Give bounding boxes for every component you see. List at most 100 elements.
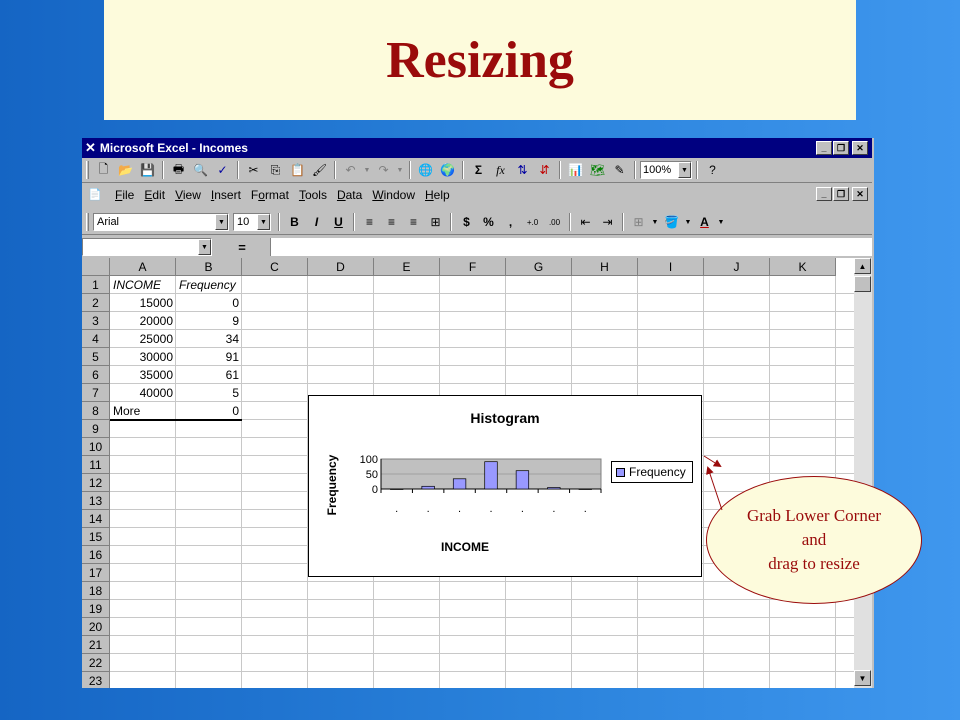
row-header-11[interactable]: 11 bbox=[82, 456, 110, 474]
worksheet-grid[interactable]: A B C D E F G H I J K 1 2 3 4 5 6 7 8 9 10 11 12 13 14 15 16 17 18 19… bbox=[82, 258, 854, 688]
decrease-indent-icon[interactable]: ⇤ bbox=[575, 212, 596, 232]
row-header-20[interactable]: 20 bbox=[82, 618, 110, 636]
undo-icon[interactable]: ↶ bbox=[340, 160, 361, 180]
chevron-down-icon[interactable]: ▼ bbox=[716, 212, 726, 232]
percent-icon[interactable]: % bbox=[478, 212, 499, 232]
toolbar-grip[interactable] bbox=[86, 161, 89, 179]
column-header-f[interactable]: F bbox=[440, 258, 506, 276]
row-header-6[interactable]: 6 bbox=[82, 366, 110, 384]
chevron-down-icon[interactable]: ▼ bbox=[650, 212, 660, 232]
embedded-histogram-chart[interactable]: Histogram Frequency INCOME Frequency 100 50 0.… bbox=[308, 395, 702, 577]
spelling-icon[interactable]: ✓ bbox=[212, 160, 233, 180]
restore-button[interactable]: ❐ bbox=[833, 141, 849, 155]
formula-input[interactable] bbox=[270, 238, 872, 256]
row-header-16[interactable]: 16 bbox=[82, 546, 110, 564]
chevron-down-icon[interactable]: ▼ bbox=[257, 214, 270, 230]
row-header-23[interactable]: 23 bbox=[82, 672, 110, 688]
font-size-select[interactable]: 10 ▼ bbox=[233, 213, 271, 231]
font-name-select[interactable]: Arial ▼ bbox=[93, 213, 229, 231]
merge-center-icon[interactable]: ⊞ bbox=[425, 212, 446, 232]
cell-b7[interactable]: 5 bbox=[176, 384, 242, 402]
menu-edit[interactable]: Edit bbox=[139, 188, 170, 202]
copy-icon[interactable]: ⎘ bbox=[265, 160, 286, 180]
cell-a2[interactable]: 15000 bbox=[110, 294, 176, 312]
italic-icon[interactable]: I bbox=[306, 212, 327, 232]
autosum-icon[interactable]: Σ bbox=[468, 160, 489, 180]
save-icon[interactable]: 💾 bbox=[137, 160, 158, 180]
row-header-21[interactable]: 21 bbox=[82, 636, 110, 654]
row-header-7[interactable]: 7 bbox=[82, 384, 110, 402]
cell-b5[interactable]: 91 bbox=[176, 348, 242, 366]
web-toolbar-icon[interactable]: 🌍 bbox=[437, 160, 458, 180]
row-header-14[interactable]: 14 bbox=[82, 510, 110, 528]
cell-b2[interactable]: 0 bbox=[176, 294, 242, 312]
cell-a5[interactable]: 30000 bbox=[110, 348, 176, 366]
row-header-22[interactable]: 22 bbox=[82, 654, 110, 672]
map-icon[interactable]: 🗺 bbox=[587, 160, 608, 180]
redo-dropdown-icon[interactable]: ▼ bbox=[395, 160, 405, 180]
menu-window[interactable]: Window bbox=[367, 188, 420, 202]
toolbar-grip[interactable] bbox=[86, 213, 89, 231]
row-header-10[interactable]: 10 bbox=[82, 438, 110, 456]
paste-icon[interactable]: 📋 bbox=[287, 160, 308, 180]
minimize-button[interactable]: _ bbox=[816, 141, 832, 155]
cell-a7[interactable]: 40000 bbox=[110, 384, 176, 402]
row-header-5[interactable]: 5 bbox=[82, 348, 110, 366]
chevron-down-icon[interactable]: ▼ bbox=[678, 162, 691, 178]
workbook-minimize-button[interactable]: _ bbox=[816, 187, 832, 201]
column-header-b[interactable]: B bbox=[176, 258, 242, 276]
cell-b8[interactable]: 0 bbox=[176, 402, 242, 420]
cell-b4[interactable]: 34 bbox=[176, 330, 242, 348]
cut-icon[interactable]: ✂ bbox=[243, 160, 264, 180]
row-header-9[interactable]: 9 bbox=[82, 420, 110, 438]
select-all-corner[interactable] bbox=[82, 258, 110, 276]
menu-help[interactable]: Help bbox=[420, 188, 455, 202]
row-header-1[interactable]: 1 bbox=[82, 276, 110, 294]
cell-b3[interactable]: 9 bbox=[176, 312, 242, 330]
menu-data[interactable]: Data bbox=[332, 188, 367, 202]
row-header-8[interactable]: 8 bbox=[82, 402, 110, 420]
close-button[interactable]: ✕ bbox=[852, 141, 868, 155]
name-box[interactable]: ▼ bbox=[82, 238, 212, 256]
decrease-decimal-icon[interactable]: .00 bbox=[544, 212, 565, 232]
column-header-c[interactable]: C bbox=[242, 258, 308, 276]
cell-b1[interactable]: Frequency bbox=[176, 276, 242, 294]
font-color-icon[interactable]: A bbox=[694, 212, 715, 232]
zoom-select[interactable]: 100% ▼ bbox=[640, 161, 692, 179]
align-left-icon[interactable]: ≡ bbox=[359, 212, 380, 232]
print-preview-icon[interactable]: 🔍 bbox=[190, 160, 211, 180]
menu-file[interactable]: File bbox=[110, 188, 139, 202]
open-icon[interactable]: 📂 bbox=[115, 160, 136, 180]
row-header-18[interactable]: 18 bbox=[82, 582, 110, 600]
fill-color-icon[interactable]: 🪣 bbox=[661, 212, 682, 232]
cell-a4[interactable]: 25000 bbox=[110, 330, 176, 348]
workbook-restore-button[interactable]: ❐ bbox=[833, 187, 849, 201]
scroll-down-icon[interactable]: ▼ bbox=[854, 670, 871, 686]
currency-icon[interactable]: $ bbox=[456, 212, 477, 232]
scroll-thumb[interactable] bbox=[854, 276, 871, 292]
row-header-13[interactable]: 13 bbox=[82, 492, 110, 510]
column-header-i[interactable]: I bbox=[638, 258, 704, 276]
comma-style-icon[interactable]: , bbox=[500, 212, 521, 232]
column-header-g[interactable]: G bbox=[506, 258, 572, 276]
row-header-17[interactable]: 17 bbox=[82, 564, 110, 582]
paste-function-icon[interactable]: fx bbox=[490, 160, 511, 180]
column-header-h[interactable]: H bbox=[572, 258, 638, 276]
align-right-icon[interactable]: ≡ bbox=[403, 212, 424, 232]
redo-icon[interactable]: ↷ bbox=[373, 160, 394, 180]
new-icon[interactable]: 🗋 bbox=[93, 160, 114, 180]
sort-ascending-icon[interactable]: ⇅ bbox=[512, 160, 533, 180]
row-header-4[interactable]: 4 bbox=[82, 330, 110, 348]
column-header-e[interactable]: E bbox=[374, 258, 440, 276]
workbook-icon[interactable]: 📄 bbox=[88, 188, 104, 202]
sort-descending-icon[interactable]: ⇵ bbox=[534, 160, 555, 180]
drawing-icon[interactable]: ✎ bbox=[609, 160, 630, 180]
align-center-icon[interactable]: ≡ bbox=[381, 212, 402, 232]
vertical-scrollbar[interactable]: ▲ ▼ bbox=[854, 258, 872, 688]
column-header-j[interactable]: J bbox=[704, 258, 770, 276]
office-assistant-icon[interactable]: ? bbox=[702, 160, 723, 180]
row-header-2[interactable]: 2 bbox=[82, 294, 110, 312]
excel-app-icon[interactable]: ✕ bbox=[85, 140, 96, 156]
underline-icon[interactable]: U bbox=[328, 212, 349, 232]
column-header-k[interactable]: K bbox=[770, 258, 836, 276]
